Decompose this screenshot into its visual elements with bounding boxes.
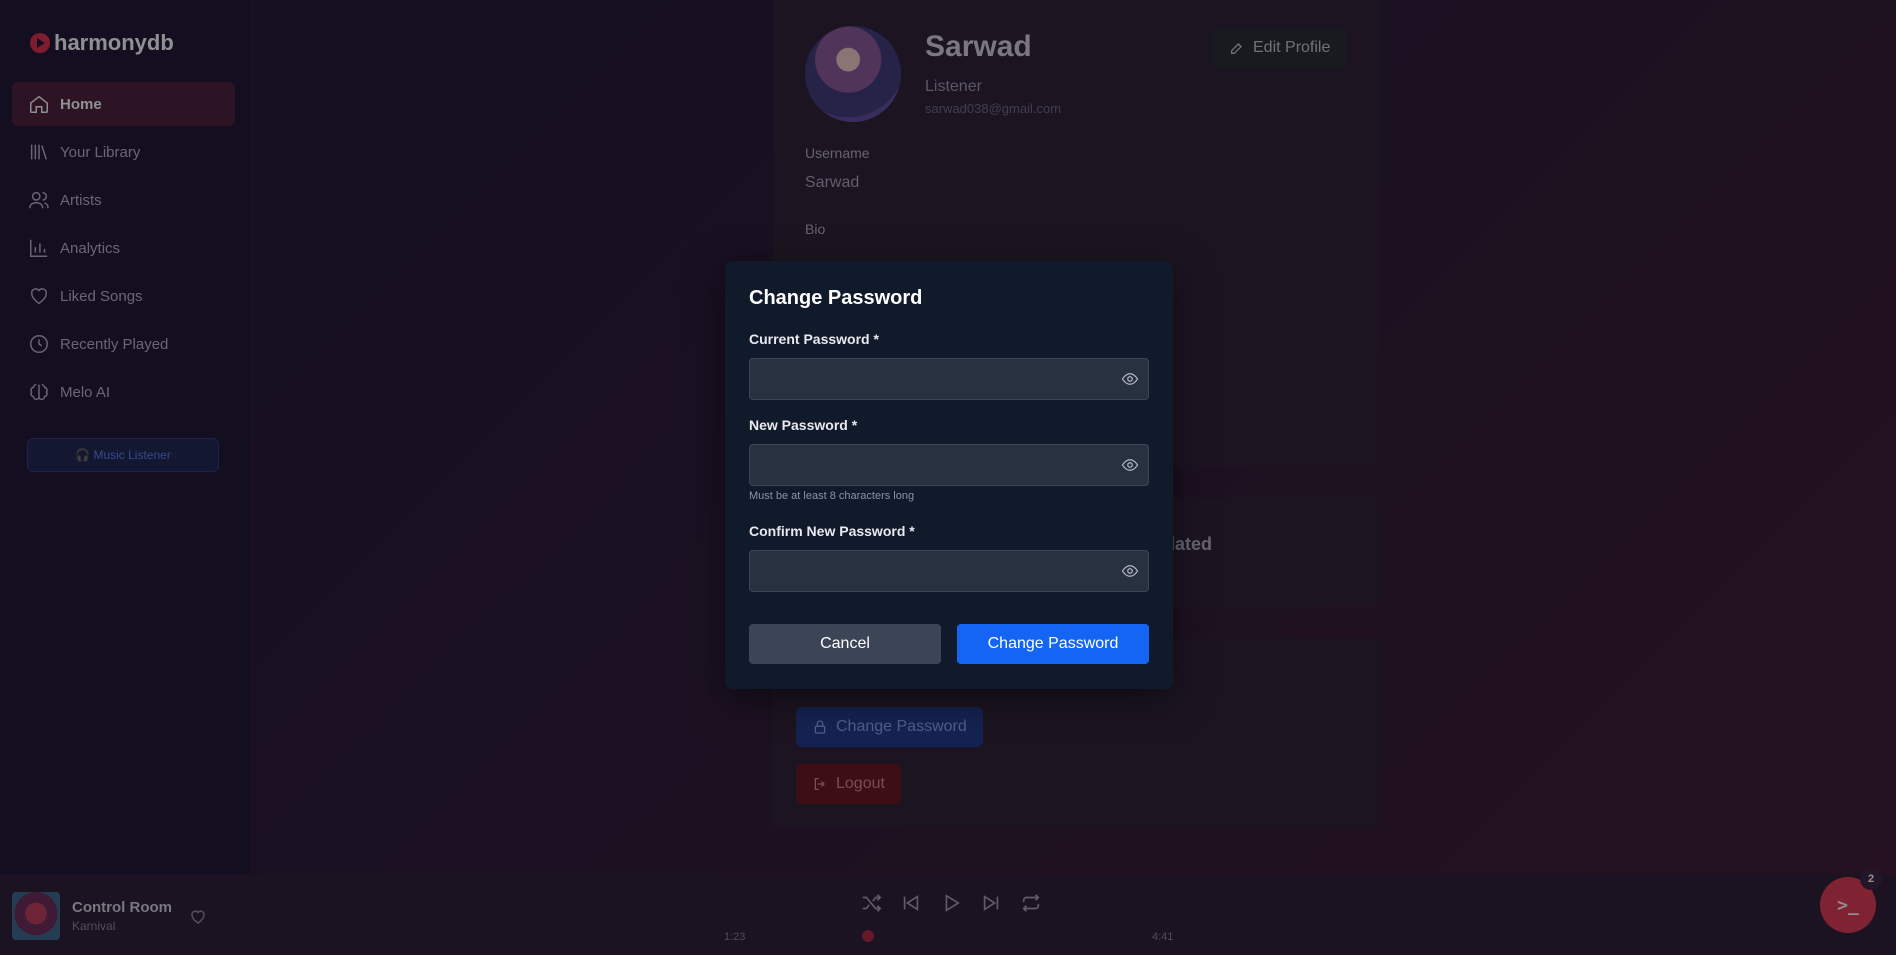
change-password-submit-button[interactable]: Change Password (957, 624, 1149, 664)
password-hint: Must be at least 8 characters long (749, 490, 915, 502)
confirm-password-label: Confirm New Password * (749, 523, 915, 539)
show-password-eye-icon[interactable] (1121, 370, 1139, 388)
show-new-password-eye-icon[interactable] (1121, 456, 1139, 474)
show-confirm-password-eye-icon[interactable] (1121, 562, 1139, 580)
new-password-input[interactable] (749, 444, 1149, 486)
change-password-dialog: Change Password Current Password * New P… (725, 261, 1173, 689)
new-password-label: New Password * (749, 417, 858, 433)
cancel-button[interactable]: Cancel (749, 624, 941, 664)
dialog-title: Change Password (749, 287, 923, 309)
confirm-password-input[interactable] (749, 550, 1149, 592)
current-password-input[interactable] (749, 358, 1149, 400)
current-password-label: Current Password * (749, 331, 879, 347)
